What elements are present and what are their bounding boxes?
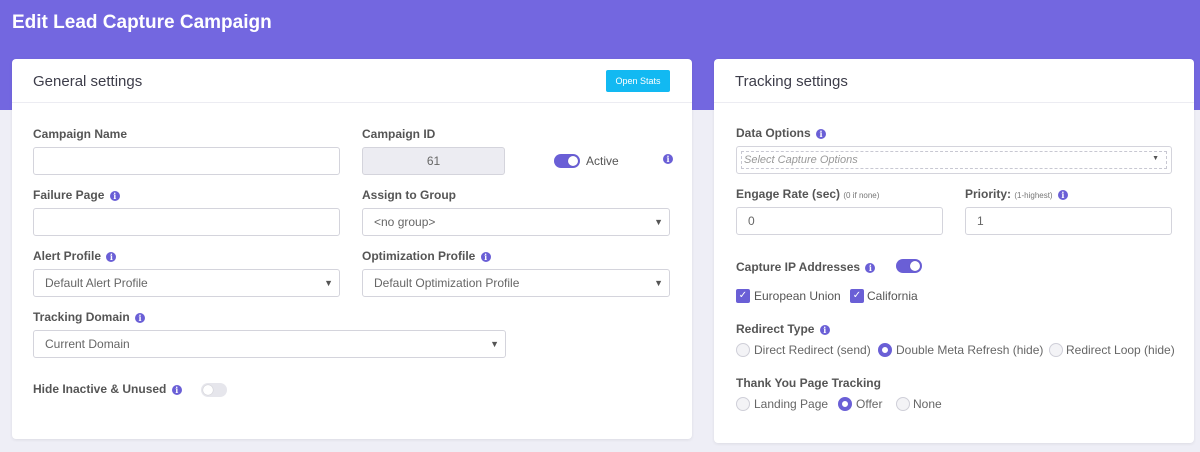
thank-you-offer-label: Offer — [856, 397, 883, 411]
info-icon: i — [1057, 190, 1068, 200]
redirect-type-label-text: Redirect Type — [736, 322, 815, 336]
engage-rate-input[interactable]: 0 — [736, 207, 943, 235]
active-label: Active — [586, 154, 619, 168]
failure-page-label: Failure Page i — [33, 188, 120, 202]
campaign-name-label: Campaign Name — [33, 127, 128, 141]
card-title: General settings — [33, 73, 143, 90]
card-header: General settings Open Stats — [12, 59, 692, 103]
toggle-knob — [910, 261, 920, 271]
thank-you-landing-radio[interactable] — [736, 397, 750, 411]
failure-page-input[interactable] — [33, 208, 340, 236]
optimization-profile-label-text: Optimization Profile — [362, 249, 476, 263]
chevron-down-icon: ▼ — [654, 278, 663, 288]
assign-group-label: Assign to Group — [362, 188, 456, 202]
california-checkbox[interactable]: ✓ — [850, 289, 864, 303]
thank-you-none-radio[interactable] — [896, 397, 910, 411]
data-options-label-text: Data Options — [736, 126, 811, 140]
check-icon: ✓ — [852, 290, 862, 301]
alert-profile-value: Default Alert Profile — [45, 276, 148, 290]
capture-ip-label-text: Capture IP Addresses — [736, 260, 861, 274]
alert-profile-label: Alert Profile i — [33, 249, 117, 263]
tracking-domain-label-text: Tracking Domain — [33, 310, 130, 324]
active-toggle[interactable] — [554, 154, 580, 168]
alert-profile-select[interactable]: Default Alert Profile ▼ — [33, 269, 340, 297]
toggle-knob — [568, 156, 578, 166]
tracking-domain-value: Current Domain — [45, 337, 130, 351]
chevron-down-icon: ▼ — [324, 278, 333, 288]
priority-label-text: Priority: — [965, 187, 1012, 201]
priority-input[interactable]: 1 — [965, 207, 1172, 235]
page-title: Edit Lead Capture Campaign — [12, 12, 272, 33]
redirect-type-label: Redirect Type i — [736, 322, 830, 336]
toggle-knob — [203, 385, 213, 395]
capture-ip-toggle[interactable] — [896, 259, 922, 273]
optimization-profile-select[interactable]: Default Optimization Profile ▼ — [362, 269, 670, 297]
chevron-down-icon: ▼ — [490, 339, 499, 349]
optimization-profile-value: Default Optimization Profile — [374, 276, 520, 290]
info-icon: i — [106, 252, 117, 262]
data-options-label: Data Options i — [736, 126, 827, 140]
failure-page-label-text: Failure Page — [33, 188, 105, 202]
priority-hint: (1-highest) — [1014, 191, 1053, 200]
redirect-loop-label: Redirect Loop (hide) — [1066, 343, 1175, 357]
assign-group-value: <no group> — [374, 215, 436, 229]
info-icon: i — [480, 252, 491, 262]
european-union-label: European Union — [754, 289, 841, 303]
hide-inactive-label: Hide Inactive & Unused i — [33, 382, 182, 396]
assign-group-select[interactable]: <no group> ▼ — [362, 208, 670, 236]
hide-inactive-toggle[interactable] — [201, 383, 227, 397]
info-icon: i — [663, 154, 673, 164]
redirect-double-meta-label: Double Meta Refresh (hide) — [896, 343, 1044, 357]
thank-you-none-label: None — [913, 397, 942, 411]
info-icon: i — [816, 129, 827, 139]
redirect-double-meta-radio[interactable] — [878, 343, 892, 357]
redirect-loop-radio[interactable] — [1049, 343, 1063, 357]
info-icon: i — [865, 263, 876, 273]
california-label: California — [867, 289, 918, 303]
tracking-domain-select[interactable]: Current Domain ▼ — [33, 330, 506, 358]
engage-rate-label-text: Engage Rate (sec) — [736, 187, 841, 201]
info-icon: i — [135, 313, 146, 323]
hide-inactive-label-text: Hide Inactive & Unused — [33, 382, 167, 396]
engage-rate-label: Engage Rate (sec) (0 if none) — [736, 187, 879, 201]
campaign-id-label: Campaign ID — [362, 127, 436, 141]
campaign-name-input[interactable] — [33, 147, 340, 175]
redirect-direct-label: Direct Redirect (send) — [754, 343, 871, 357]
data-options-select[interactable]: Select Capture Options ▼ — [736, 146, 1172, 174]
thank-you-offer-radio[interactable] — [838, 397, 852, 411]
info-icon: i — [171, 385, 182, 395]
thank-you-label: Thank You Page Tracking — [736, 376, 881, 390]
european-union-checkbox[interactable]: ✓ — [736, 289, 750, 303]
info-icon: i — [109, 191, 120, 201]
capture-ip-label: Capture IP Addresses i — [736, 260, 876, 274]
check-icon: ✓ — [738, 290, 748, 301]
tracking-domain-label: Tracking Domain i — [33, 310, 146, 324]
priority-label: Priority: (1-highest) i — [965, 187, 1068, 201]
engage-rate-hint: (0 if none) — [843, 191, 880, 200]
card-title: Tracking settings — [735, 73, 848, 90]
open-stats-button[interactable]: Open Stats — [606, 70, 670, 92]
data-options-placeholder: Select Capture Options — [744, 154, 858, 166]
info-icon: i — [819, 325, 830, 335]
card-header: Tracking settings — [714, 59, 1194, 103]
chevron-down-icon: ▼ — [654, 217, 663, 227]
general-settings-card: General settings Open Stats Campaign Nam… — [12, 59, 692, 439]
redirect-direct-radio[interactable] — [736, 343, 750, 357]
thank-you-landing-label: Landing Page — [754, 397, 829, 411]
chevron-down-icon: ▼ — [1152, 155, 1159, 162]
campaign-id-input: 61 — [362, 147, 505, 175]
tracking-settings-card: Tracking settings Data Options i Select … — [714, 59, 1194, 443]
alert-profile-label-text: Alert Profile — [33, 249, 102, 263]
optimization-profile-label: Optimization Profile i — [362, 249, 491, 263]
